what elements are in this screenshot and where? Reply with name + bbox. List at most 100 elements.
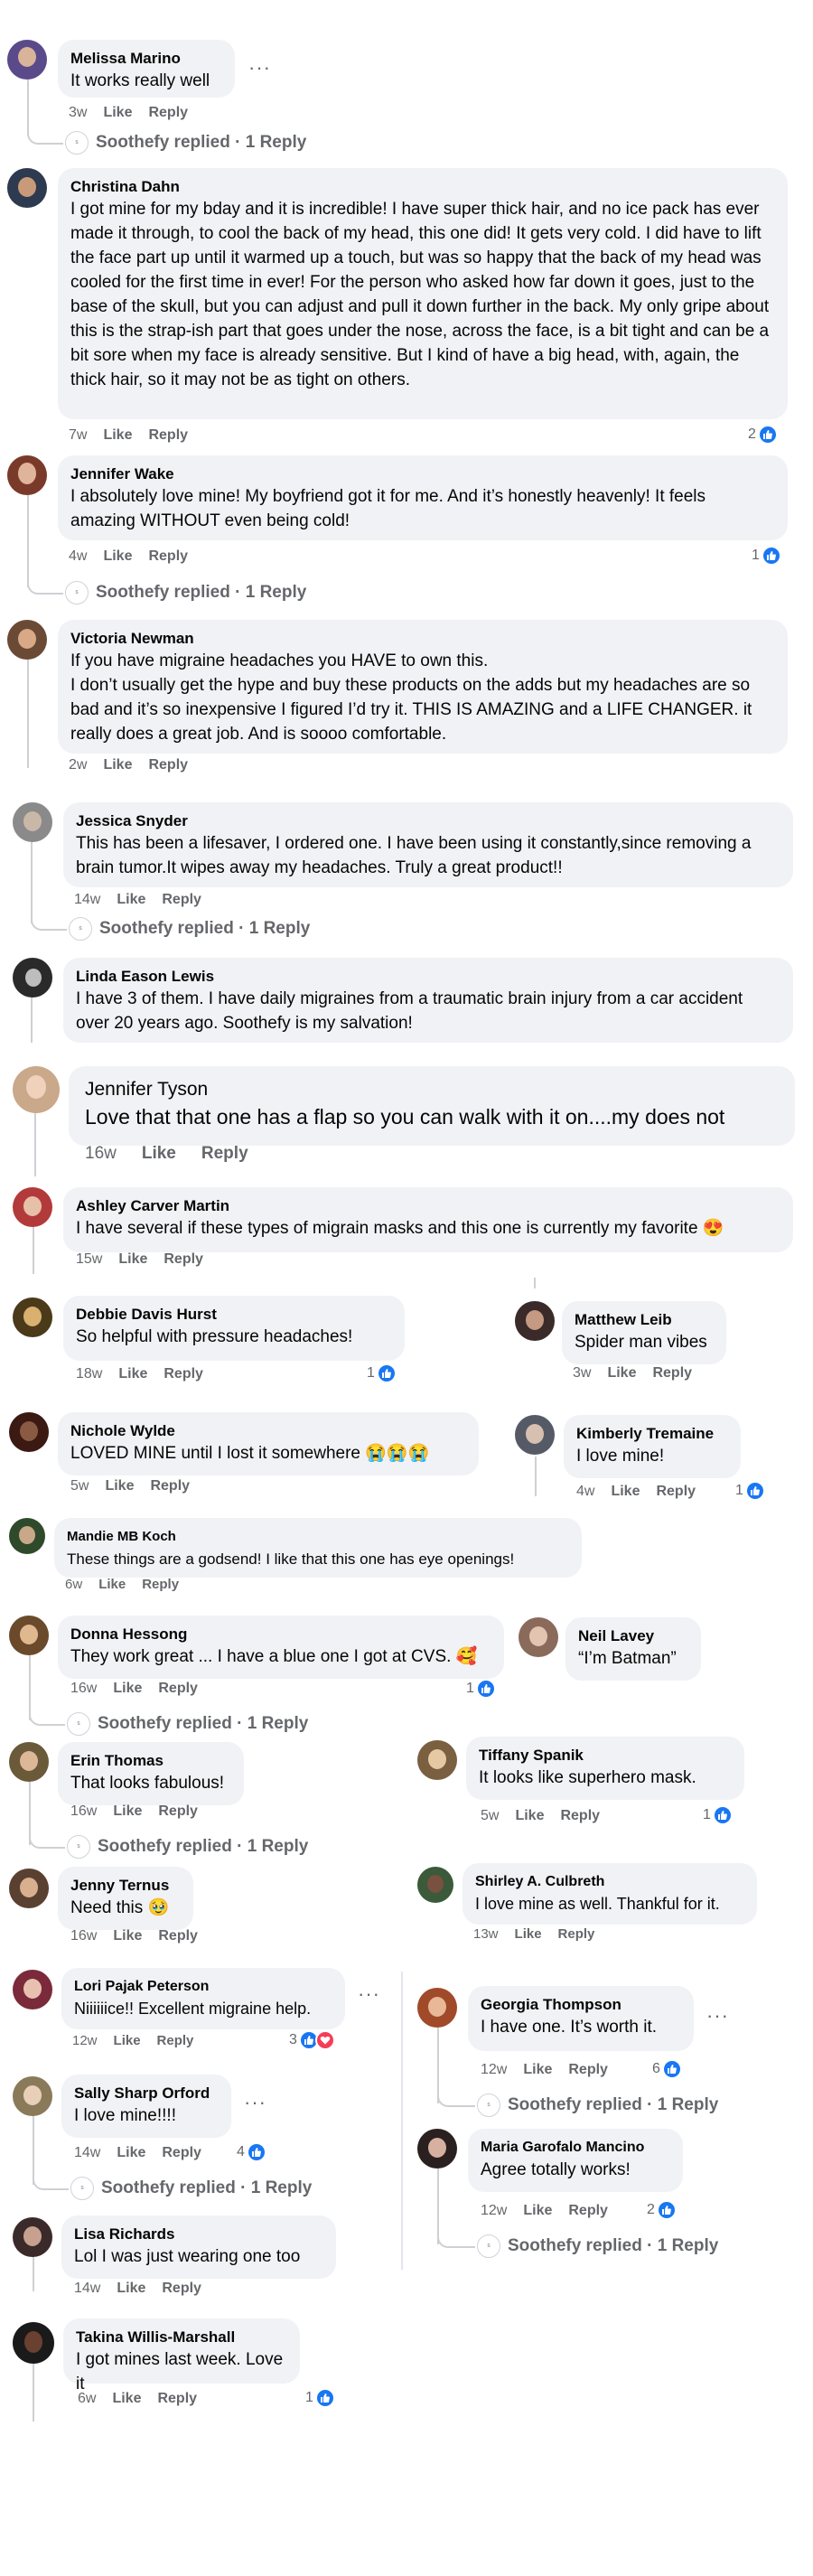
like-button[interactable]: Like bbox=[611, 1484, 640, 1500]
like-button[interactable]: Like bbox=[515, 1808, 544, 1824]
commenter-name[interactable]: Donna Hessong bbox=[70, 1625, 491, 1644]
commenter-name[interactable]: Shirley A. Culbreth bbox=[475, 1872, 744, 1892]
like-button[interactable]: Like bbox=[103, 548, 132, 565]
commenter-name[interactable]: Lori Pajak Peterson bbox=[74, 1977, 332, 1997]
commenter-name[interactable]: Matthew Leib bbox=[575, 1310, 714, 1330]
reaction-count[interactable]: 1 bbox=[466, 1679, 496, 1699]
commenter-name[interactable]: Jennifer Wake bbox=[70, 464, 775, 484]
commenter-name[interactable]: Linda Eason Lewis bbox=[76, 967, 780, 987]
commenter-name[interactable]: Sally Sharp Orford bbox=[74, 2084, 219, 2103]
like-button[interactable]: Like bbox=[113, 1803, 142, 1820]
reply-button[interactable]: Reply bbox=[656, 1484, 696, 1500]
reply-button[interactable]: Reply bbox=[158, 1928, 198, 1944]
avatar[interactable] bbox=[7, 40, 47, 80]
commenter-name[interactable]: Georgia Thompson bbox=[481, 1995, 681, 2015]
reply-button[interactable]: Reply bbox=[560, 1808, 600, 1824]
view-replies[interactable]: S Soothefy replied · 1 Reply bbox=[70, 2177, 312, 2200]
reaction-count[interactable]: 1 bbox=[752, 546, 781, 566]
reply-button[interactable]: Reply bbox=[148, 427, 188, 444]
commenter-name[interactable]: Debbie Davis Hurst bbox=[76, 1305, 392, 1325]
avatar[interactable] bbox=[7, 168, 47, 208]
like-button[interactable]: Like bbox=[103, 757, 132, 773]
reply-button[interactable]: Reply bbox=[201, 1144, 248, 1164]
avatar[interactable] bbox=[9, 1412, 49, 1452]
avatar[interactable] bbox=[13, 2217, 52, 2257]
avatar[interactable] bbox=[417, 2129, 457, 2169]
timestamp[interactable]: 4w bbox=[69, 548, 87, 565]
timestamp[interactable]: 12w bbox=[481, 2062, 507, 2078]
like-button[interactable]: Like bbox=[112, 2391, 141, 2407]
reply-button[interactable]: Reply bbox=[162, 2145, 201, 2161]
timestamp[interactable]: 14w bbox=[74, 2281, 100, 2297]
avatar[interactable] bbox=[417, 1867, 453, 1903]
reply-button[interactable]: Reply bbox=[162, 2281, 201, 2297]
like-button[interactable]: Like bbox=[117, 2145, 145, 2161]
avatar[interactable] bbox=[9, 1742, 49, 1782]
avatar[interactable] bbox=[13, 1970, 52, 2009]
reply-button[interactable]: Reply bbox=[142, 1577, 179, 1592]
reply-button[interactable]: Reply bbox=[568, 2062, 608, 2078]
avatar[interactable] bbox=[417, 1740, 457, 1780]
commenter-name[interactable]: Tiffany Spanik bbox=[479, 1746, 732, 1766]
avatar[interactable] bbox=[9, 1616, 49, 1655]
reaction-count[interactable]: 6 bbox=[652, 2059, 682, 2079]
timestamp[interactable]: 6w bbox=[65, 1577, 82, 1592]
like-button[interactable]: Like bbox=[607, 1365, 636, 1382]
timestamp[interactable]: 16w bbox=[70, 1681, 97, 1697]
avatar[interactable] bbox=[515, 1301, 555, 1341]
commenter-name[interactable]: Melissa Marino bbox=[70, 49, 222, 69]
timestamp[interactable]: 12w bbox=[481, 2203, 507, 2219]
reply-button[interactable]: Reply bbox=[148, 105, 188, 121]
like-button[interactable]: Like bbox=[103, 105, 132, 121]
avatar[interactable] bbox=[417, 1988, 457, 2028]
reply-button[interactable]: Reply bbox=[652, 1365, 692, 1382]
commenter-name[interactable]: Jessica Snyder bbox=[76, 811, 780, 831]
like-button[interactable]: Like bbox=[523, 2203, 552, 2219]
more-options-icon[interactable]: ··· bbox=[706, 2004, 729, 2028]
commenter-name[interactable]: Kimberly Tremaine bbox=[576, 1424, 728, 1444]
avatar[interactable] bbox=[13, 1297, 52, 1337]
reply-button[interactable]: Reply bbox=[148, 757, 188, 773]
commenter-name[interactable]: Jennifer Tyson bbox=[85, 1077, 779, 1102]
reply-button[interactable]: Reply bbox=[162, 892, 201, 908]
timestamp[interactable]: 3w bbox=[69, 105, 87, 121]
reaction-count[interactable]: 1 bbox=[703, 1805, 733, 1825]
reply-button[interactable]: Reply bbox=[558, 1926, 595, 1942]
timestamp[interactable]: 6w bbox=[78, 2391, 96, 2407]
like-button[interactable]: Like bbox=[98, 1577, 126, 1592]
commenter-name[interactable]: Lisa Richards bbox=[74, 2225, 323, 2244]
commenter-name[interactable]: Victoria Newman bbox=[70, 629, 775, 649]
avatar[interactable] bbox=[13, 958, 52, 998]
commenter-name[interactable]: Maria Garofalo Mancino bbox=[481, 2138, 670, 2158]
reaction-count[interactable]: 2 bbox=[748, 425, 778, 445]
reply-button[interactable]: Reply bbox=[164, 1251, 203, 1268]
commenter-name[interactable]: Takina Willis-Marshall bbox=[76, 2328, 287, 2347]
like-button[interactable]: Like bbox=[523, 2062, 552, 2078]
reaction-count[interactable]: 1 bbox=[735, 1481, 765, 1501]
avatar[interactable] bbox=[13, 2076, 52, 2116]
more-options-icon[interactable]: ··· bbox=[244, 2091, 266, 2114]
view-replies[interactable]: S Soothefy replied · 1 Reply bbox=[65, 581, 306, 604]
avatar[interactable] bbox=[13, 2322, 54, 2364]
view-replies[interactable]: S Soothefy replied · 1 Reply bbox=[65, 131, 306, 155]
avatar[interactable] bbox=[515, 1415, 555, 1455]
commenter-name[interactable]: Erin Thomas bbox=[70, 1751, 231, 1771]
timestamp[interactable]: 13w bbox=[473, 1926, 499, 1942]
more-options-icon[interactable]: ··· bbox=[248, 56, 271, 80]
reply-button[interactable]: Reply bbox=[157, 2033, 194, 2048]
avatar[interactable] bbox=[13, 1187, 52, 1227]
commenter-name[interactable]: Nichole Wylde bbox=[70, 1421, 466, 1441]
reply-button[interactable]: Reply bbox=[158, 1803, 198, 1820]
avatar[interactable] bbox=[7, 620, 47, 660]
timestamp[interactable]: 14w bbox=[74, 2145, 100, 2161]
commenter-name[interactable]: Mandie MB Koch bbox=[67, 1527, 569, 1547]
reply-button[interactable]: Reply bbox=[164, 1366, 203, 1382]
commenter-name[interactable]: Ashley Carver Martin bbox=[76, 1196, 780, 1216]
reply-button[interactable]: Reply bbox=[157, 2391, 197, 2407]
like-button[interactable]: Like bbox=[105, 1478, 134, 1494]
timestamp[interactable]: 7w bbox=[69, 427, 87, 444]
like-button[interactable]: Like bbox=[142, 1144, 176, 1164]
timestamp[interactable]: 14w bbox=[74, 892, 100, 908]
view-replies[interactable]: S Soothefy replied · 1 Reply bbox=[69, 917, 310, 941]
timestamp[interactable]: 16w bbox=[70, 1803, 97, 1820]
